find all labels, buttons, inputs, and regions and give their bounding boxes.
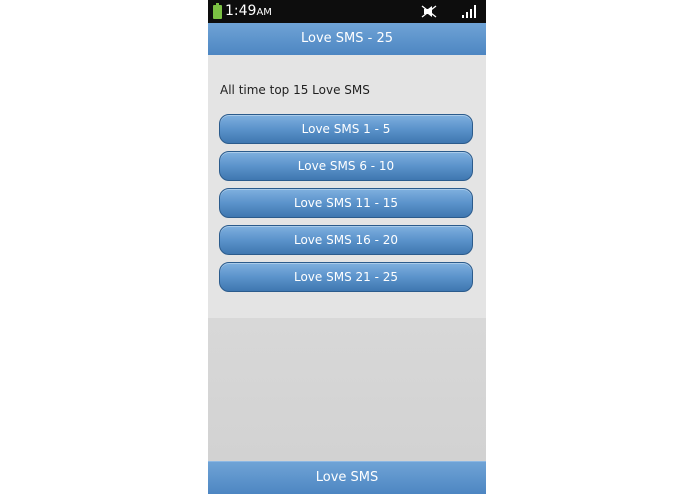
love-sms-16-20-button[interactable]: Love SMS 16 - 20 — [219, 225, 473, 255]
love-sms-21-25-button[interactable]: Love SMS 21 - 25 — [219, 262, 473, 292]
love-sms-6-10-button[interactable]: Love SMS 6 - 10 — [219, 151, 473, 181]
phone-screen: 1:49AM Love SMS - 25 All time top 15 Lov… — [208, 0, 486, 494]
love-sms-11-15-button[interactable]: Love SMS 11 - 15 — [219, 188, 473, 218]
status-clock: 1:49AM — [225, 3, 272, 21]
battery-icon — [213, 3, 222, 19]
clock-ampm: AM — [256, 7, 272, 18]
mute-icon — [421, 5, 437, 18]
love-sms-1-5-button[interactable]: Love SMS 1 - 5 — [219, 114, 473, 144]
clock-time: 1:49 — [225, 3, 257, 19]
title-bar: Love SMS - 25 — [208, 23, 486, 55]
bottom-bar-label: Love SMS — [315, 470, 379, 485]
bottom-bar[interactable]: Love SMS — [208, 461, 486, 494]
status-bar: 1:49AM — [208, 0, 486, 23]
section-heading: All time top 15 Love SMS — [220, 83, 370, 97]
main-content: All time top 15 Love SMS Love SMS 1 - 5 … — [208, 55, 486, 318]
empty-area — [208, 318, 486, 461]
signal-icon — [462, 5, 476, 18]
page-title: Love SMS - 25 — [300, 31, 393, 46]
